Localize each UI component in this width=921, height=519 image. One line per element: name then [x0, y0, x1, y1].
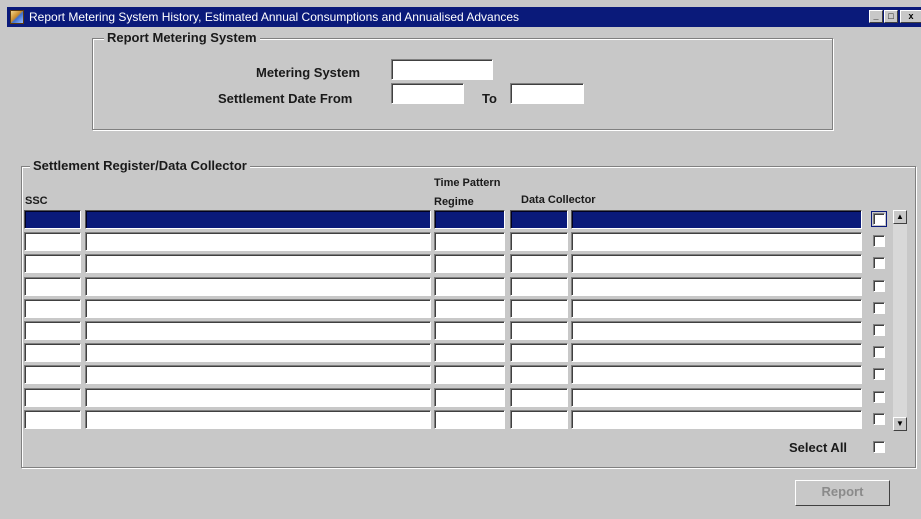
grid-cell-dc-name[interactable] — [571, 210, 862, 229]
select-all-label: Select All — [789, 440, 848, 455]
grid-cell-ssc[interactable] — [24, 277, 81, 296]
grid-cell-description[interactable] — [85, 210, 431, 229]
column-header-data-collector: Data Collector — [521, 194, 596, 206]
grid-cell-tpr[interactable] — [434, 321, 505, 340]
select-all-checkbox[interactable] — [873, 441, 885, 453]
grid-cell-dc-name[interactable] — [571, 388, 862, 407]
row-select-checkbox[interactable] — [873, 302, 885, 314]
grid-cell-ssc[interactable] — [24, 343, 81, 362]
row-select-checkbox[interactable] — [873, 368, 885, 380]
grid-cell-description[interactable] — [85, 410, 431, 429]
grid-cell-ssc[interactable] — [24, 299, 81, 318]
grid-cell-ssc[interactable] — [24, 210, 81, 229]
report-button[interactable]: Report — [795, 480, 890, 506]
grid-cell-dc-name[interactable] — [571, 410, 862, 429]
grid-cell-description[interactable] — [85, 321, 431, 340]
settlement-register-title: Settlement Register/Data Collector — [30, 158, 250, 174]
grid-cell-dc-name[interactable] — [571, 343, 862, 362]
grid-cell-ssc[interactable] — [24, 388, 81, 407]
row-select-checkbox[interactable] — [873, 235, 885, 247]
grid-cell-description[interactable] — [85, 365, 431, 384]
grid-cell-tpr[interactable] — [434, 210, 505, 229]
row-select-checkbox[interactable] — [873, 391, 885, 403]
grid-cell-dc-id[interactable] — [510, 210, 568, 229]
grid-cell-tpr[interactable] — [434, 254, 505, 273]
settlement-date-to-input[interactable] — [510, 83, 584, 104]
grid-cell-tpr[interactable] — [434, 277, 505, 296]
grid-cell-description[interactable] — [85, 254, 431, 273]
app-icon[interactable] — [10, 10, 24, 24]
grid-cell-dc-id[interactable] — [510, 388, 568, 407]
grid-cell-tpr[interactable] — [434, 388, 505, 407]
grid-cell-dc-id[interactable] — [510, 321, 568, 340]
row-select-checkbox[interactable] — [873, 257, 885, 269]
title-bar: Report Metering System History, Estimate… — [7, 7, 921, 27]
grid-cell-tpr[interactable] — [434, 232, 505, 251]
grid-cell-description[interactable] — [85, 299, 431, 318]
report-window: Report Metering System History, Estimate… — [0, 0, 921, 519]
metering-system-label: Metering System — [256, 65, 361, 80]
grid-cell-tpr[interactable] — [434, 343, 505, 362]
settlement-date-to-label: To — [482, 91, 497, 106]
row-select-checkbox[interactable] — [873, 324, 885, 336]
metering-system-input[interactable] — [391, 59, 493, 80]
grid-cell-dc-id[interactable] — [510, 299, 568, 318]
grid-cell-ssc[interactable] — [24, 232, 81, 251]
grid-cell-dc-name[interactable] — [571, 321, 862, 340]
grid-cell-tpr[interactable] — [434, 299, 505, 318]
grid-cell-dc-id[interactable] — [510, 410, 568, 429]
grid-cell-dc-name[interactable] — [571, 277, 862, 296]
grid-cell-description[interactable] — [85, 343, 431, 362]
window-title: Report Metering System History, Estimate… — [29, 10, 520, 24]
close-button[interactable]: x — [900, 10, 921, 23]
grid-cell-description[interactable] — [85, 277, 431, 296]
settlement-date-from-input[interactable] — [391, 83, 464, 104]
grid-cell-dc-id[interactable] — [510, 254, 568, 273]
maximize-button[interactable]: □ — [884, 10, 898, 23]
grid-cell-dc-id[interactable] — [510, 277, 568, 296]
grid-cell-ssc[interactable] — [24, 410, 81, 429]
grid-cell-dc-id[interactable] — [510, 232, 568, 251]
grid-cell-ssc[interactable] — [24, 254, 81, 273]
column-header-ssc: SSC — [25, 195, 48, 207]
minimize-button[interactable]: _ — [869, 10, 883, 23]
row-select-checkbox[interactable] — [871, 211, 887, 227]
arrow-up-icon[interactable]: ▲ — [893, 210, 907, 224]
row-select-checkbox[interactable] — [873, 346, 885, 358]
grid-scrollbar[interactable]: ▲ ▼ — [893, 210, 907, 431]
settlement-date-from-label: Settlement Date From — [218, 91, 353, 106]
grid-cell-tpr[interactable] — [434, 365, 505, 384]
grid-cell-dc-id[interactable] — [510, 343, 568, 362]
column-header-tpr-line1: Time Pattern — [434, 177, 501, 189]
grid-cell-tpr[interactable] — [434, 410, 505, 429]
column-header-tpr-line2: Regime — [434, 196, 474, 208]
arrow-down-icon[interactable]: ▼ — [893, 417, 907, 431]
grid-cell-dc-name[interactable] — [571, 299, 862, 318]
row-select-checkbox[interactable] — [873, 413, 885, 425]
grid-cell-dc-name[interactable] — [571, 232, 862, 251]
grid-cell-dc-name[interactable] — [571, 254, 862, 273]
grid-cell-description[interactable] — [85, 388, 431, 407]
grid-cell-description[interactable] — [85, 232, 431, 251]
grid-cell-dc-name[interactable] — [571, 365, 862, 384]
grid-cell-ssc[interactable] — [24, 365, 81, 384]
grid-cell-dc-id[interactable] — [510, 365, 568, 384]
report-metering-system-title: Report Metering System — [104, 30, 260, 46]
row-select-checkbox[interactable] — [873, 280, 885, 292]
grid-cell-ssc[interactable] — [24, 321, 81, 340]
